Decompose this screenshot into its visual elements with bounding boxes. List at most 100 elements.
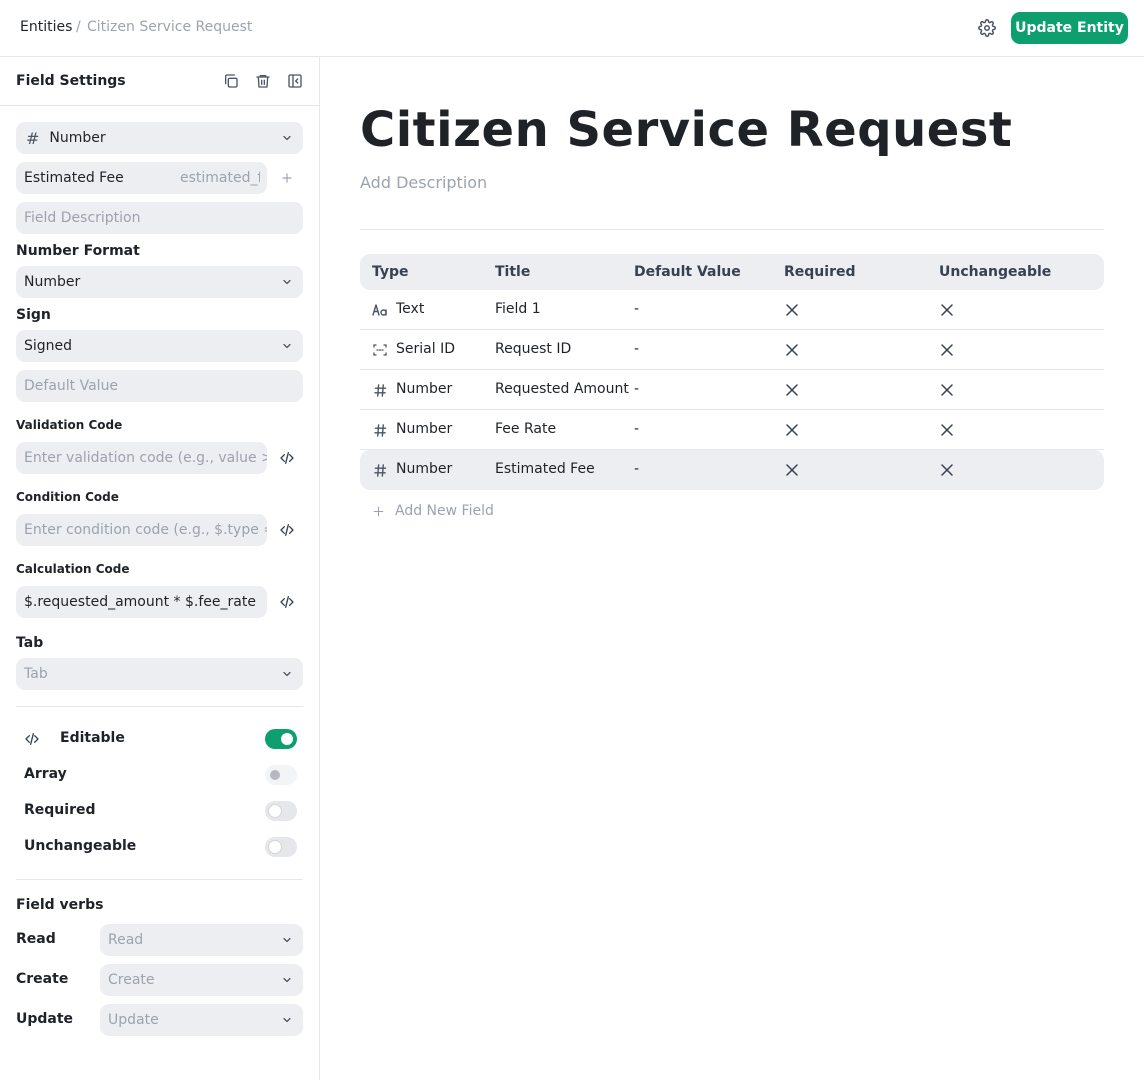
code-editor-icon[interactable]	[277, 520, 297, 540]
row-default: -	[634, 421, 640, 437]
array-toggle[interactable]	[265, 765, 297, 785]
table-row[interactable]: Serial ID Request ID -	[360, 330, 1104, 370]
breadcrumb-current: Citizen Service Request	[87, 19, 253, 35]
tab-placeholder: Tab	[24, 666, 48, 682]
table-row-selected[interactable]: Number Estimated Fee -	[360, 450, 1104, 490]
serial-id-icon	[372, 342, 388, 358]
unchangeable-toggle[interactable]	[265, 837, 297, 857]
sign-value: Signed	[24, 338, 73, 354]
column-title: Title	[495, 264, 531, 280]
row-type: Number	[396, 461, 453, 477]
required-label: Required	[24, 802, 96, 818]
verb-update-label: Update	[16, 1011, 74, 1027]
x-icon	[941, 424, 953, 436]
verb-update-placeholder: Update	[108, 1012, 159, 1028]
x-icon	[786, 304, 798, 316]
x-icon	[786, 424, 798, 436]
plus-icon	[373, 506, 384, 516]
tab-select[interactable]: Tab	[16, 658, 303, 690]
text-type-icon	[372, 302, 388, 318]
calculation-code-label: Calculation Code	[16, 562, 130, 576]
fields-table-header: Type Title Default Value Required Unchan…	[360, 254, 1104, 290]
hash-icon: #	[26, 128, 40, 148]
default-value-input[interactable]: Default Value	[16, 370, 303, 402]
calculation-code-input[interactable]: $.requested_amount * $.fee_rate	[16, 586, 267, 618]
collapse-panel-icon[interactable]	[286, 72, 304, 90]
add-new-field-button[interactable]: Add New Field	[372, 501, 494, 521]
array-label: Array	[24, 766, 67, 782]
column-type: Type	[372, 264, 409, 280]
table-row[interactable]: Text Field 1 -	[360, 290, 1104, 330]
verb-create-label: Create	[16, 971, 69, 987]
code-icon	[22, 729, 42, 749]
divider	[360, 229, 1104, 230]
table-row[interactable]: Number Requested Amount -	[360, 370, 1104, 410]
number-format-label: Number Format	[16, 243, 140, 259]
x-icon	[941, 384, 953, 396]
trash-icon[interactable]	[254, 72, 272, 90]
panel-header: Field Settings	[0, 57, 319, 106]
hash-icon	[372, 462, 388, 478]
verb-read-placeholder: Read	[108, 932, 144, 948]
row-default: -	[634, 301, 640, 317]
divider	[16, 879, 303, 880]
verb-update-select[interactable]: Update	[100, 1004, 303, 1036]
field-key-value[interactable]: estimated_f	[180, 170, 260, 186]
entity-description-input[interactable]: Add Description	[360, 173, 487, 192]
field-description-input[interactable]: Field Description	[16, 202, 303, 234]
condition-code-input[interactable]: Enter condition code (e.g., $.type == '	[16, 514, 267, 546]
top-bar: Entities / Citizen Service Request Updat…	[0, 0, 1144, 57]
unchangeable-label: Unchangeable	[24, 838, 137, 854]
chevron-down-icon	[283, 279, 291, 285]
condition-code-label: Condition Code	[16, 490, 119, 504]
chevron-down-icon	[283, 343, 291, 349]
x-icon	[786, 344, 798, 356]
row-default: -	[634, 461, 640, 477]
field-verbs-title: Field verbs	[16, 897, 104, 913]
required-toggle[interactable]	[265, 801, 297, 821]
tab-label: Tab	[16, 635, 44, 651]
hash-icon	[372, 422, 388, 438]
row-title: Estimated Fee	[495, 461, 595, 477]
row-title: Field 1	[495, 301, 541, 317]
x-icon	[786, 384, 798, 396]
validation-code-label: Validation Code	[16, 418, 123, 432]
update-entity-button[interactable]: Update Entity	[1011, 12, 1128, 44]
code-editor-icon[interactable]	[277, 592, 297, 612]
hash-icon	[372, 382, 388, 398]
x-icon	[941, 344, 953, 356]
row-type: Number	[396, 381, 453, 397]
column-default-value: Default Value	[634, 264, 741, 280]
editable-toggle[interactable]	[265, 729, 297, 749]
plus-icon[interactable]	[277, 168, 297, 188]
verb-read-select[interactable]: Read	[100, 924, 303, 956]
row-type: Text	[396, 301, 425, 317]
chevron-down-icon	[283, 135, 291, 141]
field-type-select[interactable]: # Number	[16, 122, 303, 154]
sign-label: Sign	[16, 307, 51, 323]
chevron-down-icon	[283, 937, 291, 943]
x-icon	[941, 464, 953, 476]
number-format-value: Number	[24, 274, 81, 290]
entity-title[interactable]: Citizen Service Request	[360, 102, 1012, 158]
field-name-input[interactable]: Estimated Fee estimated_f	[16, 162, 267, 194]
chevron-down-icon	[283, 977, 291, 983]
row-title: Fee Rate	[495, 421, 557, 437]
settings-gear-icon[interactable]	[976, 17, 998, 39]
verb-create-select[interactable]: Create	[100, 964, 303, 996]
row-title: Requested Amount	[495, 381, 629, 397]
code-editor-icon[interactable]	[277, 448, 297, 468]
table-row[interactable]: Number Fee Rate -	[360, 410, 1104, 450]
panel-title: Field Settings	[16, 73, 126, 89]
validation-code-input[interactable]: Enter validation code (e.g., value > 0)	[16, 442, 267, 474]
number-format-select[interactable]: Number	[16, 266, 303, 298]
chevron-down-icon	[283, 1017, 291, 1023]
breadcrumb-separator: /	[76, 19, 81, 35]
column-required: Required	[784, 264, 856, 280]
copy-icon[interactable]	[222, 72, 240, 90]
add-new-field-label: Add New Field	[395, 503, 494, 519]
divider	[16, 706, 303, 707]
sign-select[interactable]: Signed	[16, 330, 303, 362]
breadcrumb-root[interactable]: Entities	[20, 19, 72, 35]
editable-label: Editable	[60, 730, 125, 746]
